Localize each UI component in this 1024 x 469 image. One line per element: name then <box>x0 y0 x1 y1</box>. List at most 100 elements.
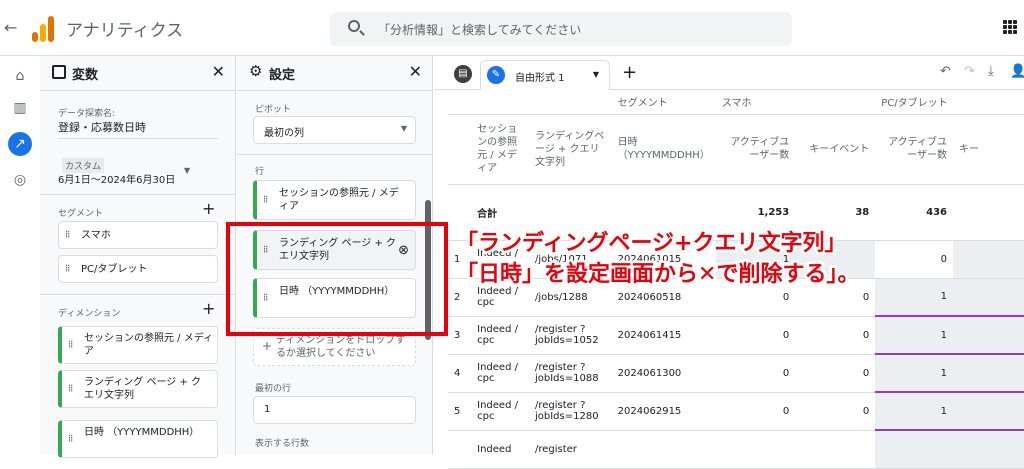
drop-hint: ディメンションをドロップするか選択してください <box>276 335 406 359</box>
dimension-column-header[interactable]: セッションの参照元 / メディア <box>471 114 529 185</box>
exploration-name[interactable]: 登録・応募数日時 <box>58 119 146 135</box>
segment-chip[interactable]: ⁞⁞ スマホ <box>58 221 218 249</box>
dimension-chip[interactable]: ⁞⁞ セッションの参照元 / メディア <box>58 326 218 364</box>
tab-bar: ▤ ✎ 自由形式 1 ▼ + ↶ ↷ ⤓ 👤 <box>434 56 1024 90</box>
drag-handle-icon[interactable]: ⁞⁞ <box>65 230 70 241</box>
download-icon[interactable]: ⤓ <box>988 64 994 79</box>
close-icon[interactable]: ✕ <box>409 62 422 81</box>
total-value: 436 <box>875 184 953 241</box>
row-datetime: 2024062915 <box>611 392 716 431</box>
chevron-down-icon[interactable]: ▼ <box>593 70 599 79</box>
show-rows-label: 表示する行数 <box>255 439 310 449</box>
add-tab-icon[interactable]: + <box>622 62 637 83</box>
row-source: Indeed / cpc <box>471 316 529 355</box>
row-value <box>795 430 876 469</box>
share-user-icon[interactable]: 👤 <box>1010 64 1024 79</box>
tab-label: 自由形式 1 <box>515 73 565 84</box>
row-value <box>952 316 1024 355</box>
segment-chip[interactable]: ⁞⁞ PC/タブレット <box>58 255 218 283</box>
row-number: 4 <box>448 354 472 393</box>
row-landing-page: /register <box>528 430 612 469</box>
table-row[interactable]: 3 Indeed / cpc /register ?jobIds=1052 20… <box>448 316 1024 355</box>
segment-label: スマホ <box>81 230 111 241</box>
metric-column-header[interactable]: キーイベント <box>795 114 876 185</box>
drag-handle-icon[interactable]: ⁞⁞ <box>263 195 268 206</box>
annotation-line-2-part: 「日時」を設定画面から <box>453 260 700 290</box>
table-row[interactable]: 4 Indeed / cpc /register ?jobIds=1088 20… <box>448 354 1024 393</box>
drag-handle-icon[interactable]: ⁞⁞ <box>68 340 73 351</box>
tab-freeform-1[interactable]: ✎ 自由形式 1 ▼ <box>480 60 610 90</box>
pivot-select[interactable]: 最初の列 ▼ <box>253 116 416 144</box>
back-arrow-icon[interactable]: ← <box>4 18 17 37</box>
analytics-logo <box>32 14 56 42</box>
close-icon[interactable]: ✕ <box>212 62 225 81</box>
dimensions-label: ディメンション <box>58 309 121 319</box>
metric-column-header[interactable]: キー <box>952 114 1024 185</box>
drag-handle-icon[interactable]: ⁞⁞ <box>65 264 70 275</box>
settings-title: 設定 <box>269 68 296 83</box>
tab-list-icon[interactable]: ▤ <box>454 65 472 83</box>
table-row[interactable]: 5 Indeed / cpc /register ?jobIds=1280 20… <box>448 392 1024 431</box>
left-nav-rail: ⌂ ▥ ↗ ◎ <box>0 56 40 455</box>
drag-handle-icon[interactable]: ⁞⁞ <box>68 384 73 395</box>
annotation-line-2: 「日時」を設定画面から✕で削除する」。 <box>453 259 861 290</box>
reports-icon[interactable]: ▥ <box>8 96 32 120</box>
row-value <box>952 240 1024 279</box>
dimension-label: セッションの参照元 / メディア <box>84 333 214 357</box>
row-value: 1 <box>875 316 953 355</box>
row-source: Indeed / cpc <box>471 354 529 393</box>
search-bar[interactable]: 「分析情報」と検索してみてください <box>330 12 792 46</box>
home-icon[interactable]: ⌂ <box>8 64 32 88</box>
first-row-label: 最初の行 <box>255 384 292 394</box>
highlight-box <box>226 222 448 336</box>
dimension-column-header[interactable]: ランディングページ + クエリ文字列 <box>528 114 612 185</box>
advertising-icon[interactable]: ◎ <box>8 168 32 192</box>
redo-icon[interactable]: ↷ <box>964 64 975 79</box>
row-value: 1 <box>875 354 953 393</box>
search-icon <box>348 20 360 32</box>
annotation-line-1: 「ランディングページ+クエリ文字列」 <box>453 229 848 259</box>
dimension-chip[interactable]: ⁞⁞ 日時 （YYYYMMDDHH） <box>58 420 218 458</box>
row-datetime: 2024061300 <box>611 354 716 393</box>
add-segment-icon[interactable]: + <box>202 199 215 218</box>
search-placeholder: 「分析情報」と検索してみてください <box>378 23 582 37</box>
variables-header: 変数 ✕ <box>40 56 235 90</box>
row-landing-page: /register ?jobIds=1052 <box>528 316 612 355</box>
metric-column-header[interactable]: アクティブユーザー数 <box>715 114 796 185</box>
pivot-value: 最初の列 <box>264 128 304 139</box>
row-value <box>952 278 1024 317</box>
metric-column-header[interactable]: アクティブユーザー数 <box>875 114 953 185</box>
table-row[interactable]: Indeed /register <box>448 430 1024 469</box>
dimension-chip[interactable]: ⁞⁞ ランディング ページ + クエリ文字列 <box>58 370 218 408</box>
plus-icon: + <box>262 339 273 353</box>
variables-panel: 変数 ✕ データ探索名: 登録・応募数日時 カスタム 6月1日～2024年6月3… <box>40 56 236 458</box>
explore-icon[interactable]: ↗ <box>8 132 32 156</box>
row-source: Indeed / cpc <box>471 392 529 431</box>
undo-icon[interactable]: ↶ <box>940 64 951 79</box>
variables-title: 変数 <box>72 68 99 83</box>
row-number <box>448 430 472 469</box>
apps-grid-icon[interactable] <box>1003 20 1017 34</box>
dimension-label: ランディング ページ + クエリ文字列 <box>84 377 202 401</box>
drag-handle-icon[interactable]: ⁞⁞ <box>68 434 73 445</box>
segment-column-header: スマホ <box>715 90 876 115</box>
dimension-label: 日時 （YYYYMMDDHH） <box>84 427 200 438</box>
date-dropdown-icon[interactable]: ▼ <box>184 166 190 175</box>
first-row-input[interactable]: 1 <box>253 396 416 424</box>
row-value <box>715 430 796 469</box>
close-x-icon: ✕ <box>695 260 719 290</box>
row-value: 0 <box>715 354 796 393</box>
date-range[interactable]: 6月1日～2024年6月30日 <box>58 171 175 186</box>
row-chip[interactable]: ⁞⁞ セッションの参照元 / メディア <box>253 180 416 220</box>
add-dimension-icon[interactable]: + <box>202 299 215 318</box>
row-value: 0 <box>795 316 876 355</box>
segment-column-header: PC/タブレット <box>875 90 1024 115</box>
row-value: 0 <box>795 354 876 393</box>
row-value: 0 <box>715 392 796 431</box>
row-source: Indeed <box>471 430 529 469</box>
first-row-value: 1 <box>264 404 271 415</box>
dimension-column-header[interactable]: 日時（YYYYMMDDHH） <box>611 114 716 185</box>
gear-icon: ⚙ <box>249 62 263 80</box>
variables-icon <box>52 65 66 79</box>
segment-label: PC/タブレット <box>81 264 148 275</box>
